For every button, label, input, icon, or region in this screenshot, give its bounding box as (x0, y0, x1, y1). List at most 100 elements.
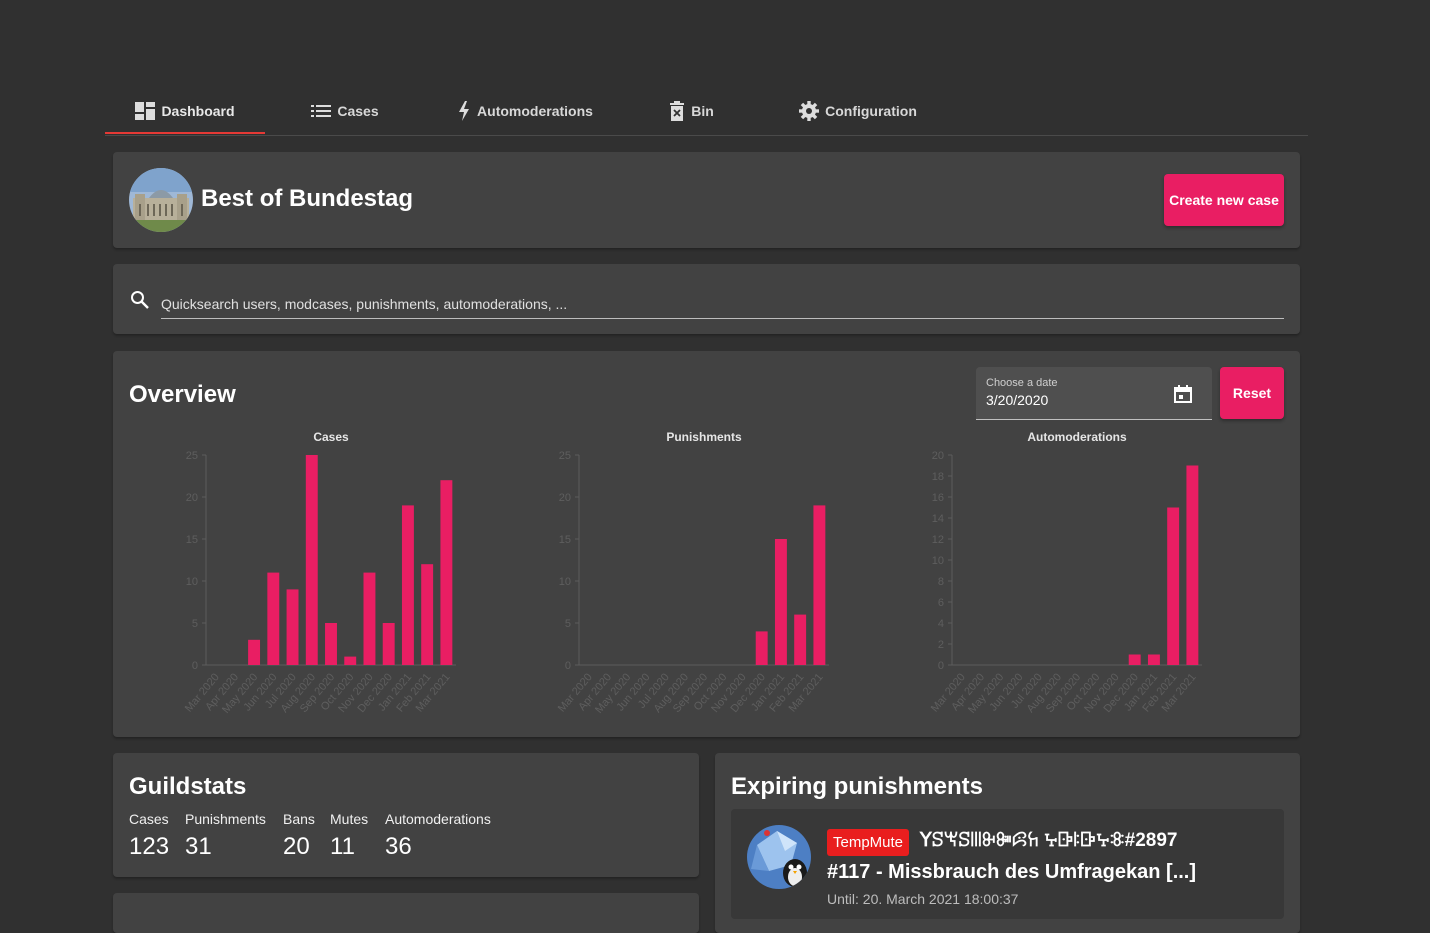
y-tick-label: 16 (932, 492, 944, 504)
stat-value-bans: 20 (283, 833, 310, 860)
y-tick-label: 0 (565, 660, 571, 672)
bar (774, 539, 787, 665)
bar (1186, 465, 1199, 665)
y-tick-label: 14 (932, 513, 944, 525)
y-tick-label: 10 (559, 576, 571, 588)
quicksearch-card: Quicksearch users, modcases, punishments… (113, 264, 1300, 334)
date-label: Choose a date (986, 377, 1058, 389)
tab-label: Cases (337, 103, 379, 119)
bar (1128, 654, 1141, 665)
guildstats-title: Guildstats (129, 773, 247, 800)
user-avatar (747, 825, 811, 889)
y-tick-label: 25 (559, 450, 571, 462)
punishment-type-badge: TempMute (827, 829, 910, 856)
bar (267, 572, 280, 665)
case-title: #117 - Missbrauch des Umfragekan [...] (827, 861, 1197, 883)
tab-automoderations[interactable]: Automoderations (425, 88, 625, 134)
bar (794, 614, 807, 665)
bar (382, 623, 395, 665)
y-tick-label: 10 (186, 576, 198, 588)
y-tick-label: 20 (932, 450, 944, 462)
bar (755, 631, 768, 665)
y-tick-label: 20 (559, 492, 571, 504)
guildstats-card: Guildstats Cases Punishments Bans Mutes … (113, 753, 699, 877)
bar (286, 589, 299, 665)
y-tick-label: 0 (192, 660, 198, 672)
y-tick-label: 5 (565, 618, 571, 630)
trash-icon (670, 101, 685, 121)
next-card (113, 893, 699, 933)
tab-cases[interactable]: Cases (265, 88, 425, 134)
guild-name: Best of Bundestag (201, 185, 414, 212)
reset-button[interactable]: Reset (1220, 367, 1284, 419)
y-tick-label: 6 (938, 597, 944, 609)
stat-label-automoderations: Automoderations (385, 811, 491, 827)
chart-title: Cases (313, 430, 349, 444)
punished-user: ꓬꕶꖙꕶꔖꔬꔼꕸꖷ ꕴꕒꖎꕒꕴꖊ#2897 (920, 830, 1178, 851)
bar (305, 455, 318, 665)
search-input[interactable]: Quicksearch users, modcases, punishments… (161, 296, 567, 312)
bar (363, 572, 376, 665)
date-value: 3/20/2020 (986, 392, 1049, 408)
overview-card: Overview Choose a date 3/20/2020 Reset C… (113, 351, 1300, 737)
bar (1167, 507, 1180, 665)
overview-title: Overview (129, 381, 236, 408)
tab-label: Dashboard (161, 103, 235, 119)
tab-configuration[interactable]: Configuration (758, 88, 958, 134)
y-tick-label: 5 (192, 618, 198, 630)
y-tick-label: 8 (938, 576, 944, 588)
y-tick-label: 12 (932, 534, 944, 546)
nav-tabs: Dashboard Cases Automoderations Bin Conf… (105, 88, 1308, 136)
date-picker[interactable]: Choose a date 3/20/2020 (976, 367, 1212, 420)
dashboard-icon (135, 102, 156, 120)
chart-title: Punishments (666, 430, 742, 444)
expiry-time: Until: 20. March 2021 18:00:37 (827, 891, 1019, 907)
expiring-title: Expiring punishments (731, 773, 984, 800)
calendar-icon[interactable] (1174, 385, 1192, 403)
y-tick-label: 18 (932, 471, 944, 483)
gear-icon (799, 101, 820, 121)
stat-label-punishments: Punishments (185, 811, 266, 827)
stat-value-mutes: 11 (330, 833, 355, 860)
bar (401, 505, 414, 665)
list-icon (311, 105, 332, 117)
automoderations-chart: Automoderations 0 2 4 6 8 10 12 14 16 18 20 Mar 2020… (889, 429, 1229, 729)
y-tick-label: 25 (186, 450, 198, 462)
bar (440, 480, 453, 665)
y-tick-label: 4 (938, 618, 944, 630)
stat-value-automoderations: 36 (385, 833, 412, 860)
stat-value-cases: 123 (129, 833, 170, 860)
create-case-button[interactable]: Create new case (1164, 174, 1284, 226)
punishment-item[interactable]: TempMute ꓬꕶꖙꕶꔖꔬꔼꕸꖷ ꕴꕒꖎꕒꕴꖊ#2897 #117 - Mi… (731, 809, 1284, 919)
guild-header-card: Best of Bundestag Create new case (113, 152, 1300, 248)
bar (248, 639, 261, 665)
tab-label: Configuration (825, 103, 917, 119)
bar (344, 656, 357, 665)
tab-label: Automoderations (477, 103, 593, 119)
punishments-chart: Punishments 0 5 10 15 20 25 Mar 2020 Apr 2020 May… (516, 429, 856, 729)
bar (1147, 654, 1160, 665)
y-tick-label: 20 (186, 492, 198, 504)
guild-avatar (129, 168, 193, 232)
stat-value-punishments: 31 (185, 833, 212, 860)
stat-label-mutes: Mutes (330, 811, 369, 827)
bar (813, 505, 826, 665)
tab-bin[interactable]: Bin (625, 88, 758, 134)
stat-label-cases: Cases (129, 811, 169, 827)
y-tick-label: 10 (932, 555, 944, 567)
bolt-icon (459, 101, 470, 121)
expiring-punishments-card: Expiring punishments TempMute ꓬꕶꖙꕶꔖꔬꔼꕸꖷ … (715, 753, 1300, 933)
chart-title: Automoderations (1027, 430, 1127, 444)
y-tick-label: 2 (938, 639, 944, 651)
bar (421, 564, 434, 665)
search-underline (161, 318, 1284, 319)
bar (325, 623, 337, 665)
tab-label: Bin (691, 103, 714, 119)
y-tick-label: 15 (186, 534, 198, 546)
y-tick-label: 0 (938, 660, 944, 672)
tab-dashboard[interactable]: Dashboard (105, 88, 265, 134)
cases-chart: Cases 0 5 10 15 20 25 Mar 2020 Apr 2020 May 2020 J… (143, 429, 483, 729)
y-tick-label: 15 (559, 534, 571, 546)
stat-label-bans: Bans (283, 811, 315, 827)
active-tab-indicator (105, 132, 265, 134)
